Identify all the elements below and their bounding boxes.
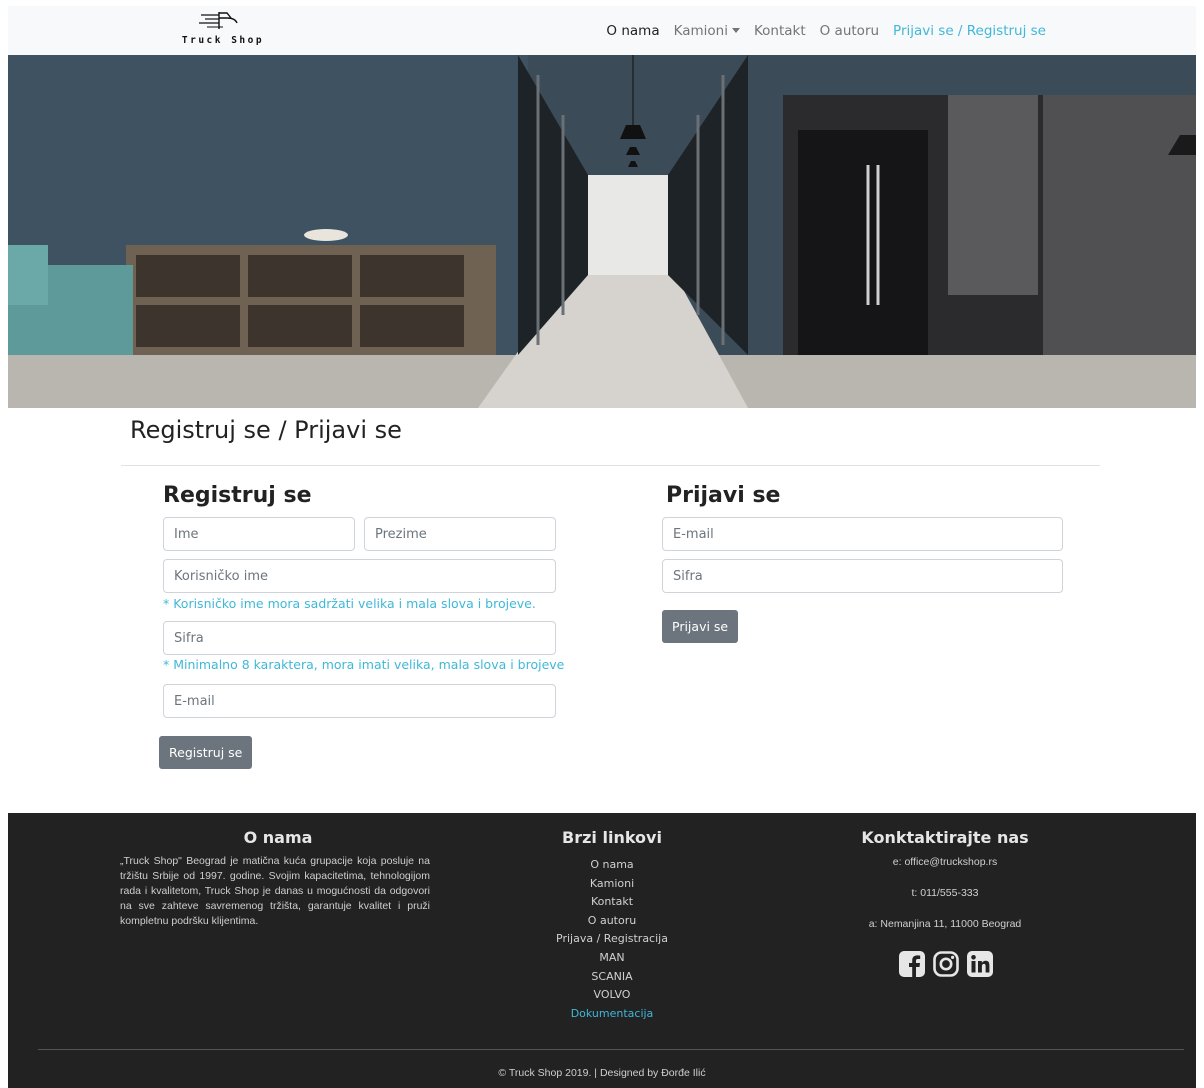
brand-name: Truck Shop	[181, 35, 265, 46]
footer-contact-title: Konktaktirajte nas	[861, 828, 1029, 847]
divider	[121, 465, 1100, 466]
footer-links-title: Brzi linkovi	[562, 828, 662, 847]
login-password-input[interactable]	[662, 559, 1063, 593]
footer-link-kamioni[interactable]: Kamioni	[512, 875, 712, 894]
last-name-input[interactable]	[364, 517, 556, 551]
nav-kamioni-dropdown[interactable]: Kamioni	[674, 23, 740, 39]
linkedin-icon[interactable]	[966, 950, 994, 978]
login-email-input[interactable]	[662, 517, 1063, 551]
footer-link-dokumentacija[interactable]: Dokumentacija	[512, 1005, 712, 1024]
first-name-input[interactable]	[163, 517, 355, 551]
register-password-input[interactable]	[163, 621, 556, 655]
facebook-icon[interactable]	[898, 950, 926, 978]
truck-logo-icon	[199, 12, 238, 29]
main-nav: O nama Kamioni Kontakt O autoru Prijavi …	[592, 6, 1046, 55]
contact-phone: t: 011/555-333	[911, 887, 979, 899]
register-title: Registruj se	[163, 483, 312, 508]
page-title: Registruj se / Prijavi se	[130, 416, 402, 444]
contact-email: e: office@truckshop.rs	[892, 856, 998, 868]
footer-about-title: O nama	[243, 828, 313, 847]
nav-o-autoru[interactable]: O autoru	[820, 23, 879, 39]
hero-image	[8, 55, 1196, 408]
login-button[interactable]: Prijavi se	[662, 610, 739, 643]
register-button[interactable]: Registruj se	[159, 736, 253, 769]
footer-links-list: O nama Kamioni Kontakt O autoru Prijava …	[512, 856, 712, 1023]
nav-o-nama[interactable]: O nama	[606, 23, 659, 39]
register-email-input[interactable]	[163, 684, 556, 718]
nav-kontakt[interactable]: Kontakt	[754, 23, 806, 39]
contact-address: a: Nemanjina 11, 11000 Beograd	[868, 918, 1022, 930]
footer-divider	[38, 1049, 1184, 1050]
footer-link-o-autoru[interactable]: O autoru	[512, 912, 712, 931]
footer-link-kontakt[interactable]: Kontakt	[512, 893, 712, 912]
footer-link-o-nama[interactable]: O nama	[512, 856, 712, 875]
social-icons	[896, 950, 996, 978]
copyright-text: © Truck Shop 2019. | Designed by Đorđe I…	[498, 1067, 706, 1079]
footer-link-prijava[interactable]: Prijava / Registracija	[512, 930, 712, 949]
footer-link-scania[interactable]: SCANIA	[512, 968, 712, 987]
caret-down-icon	[731, 27, 740, 33]
navbar: Truck Shop O nama Kamioni Kontakt O auto…	[8, 6, 1196, 55]
brand-logo[interactable]: Truck Shop	[173, 9, 273, 49]
password-hint: * Minimalno 8 karaktera, mora imati veli…	[163, 657, 565, 672]
footer: O nama „Truck Shop" Beograd je matična k…	[8, 813, 1196, 1088]
footer-link-volvo[interactable]: VOLVO	[512, 986, 712, 1005]
login-title: Prijavi se	[666, 483, 781, 508]
nav-login-register[interactable]: Prijavi se / Registruj se	[893, 23, 1046, 39]
instagram-icon[interactable]	[932, 950, 960, 978]
username-input[interactable]	[163, 559, 556, 593]
footer-about-text: „Truck Shop" Beograd je matična kuća gru…	[120, 855, 430, 927]
footer-link-man[interactable]: MAN	[512, 949, 712, 968]
username-hint: * Korisničko ime mora sadržati velika i …	[163, 596, 536, 611]
nav-kamioni-label: Kamioni	[673, 22, 728, 39]
